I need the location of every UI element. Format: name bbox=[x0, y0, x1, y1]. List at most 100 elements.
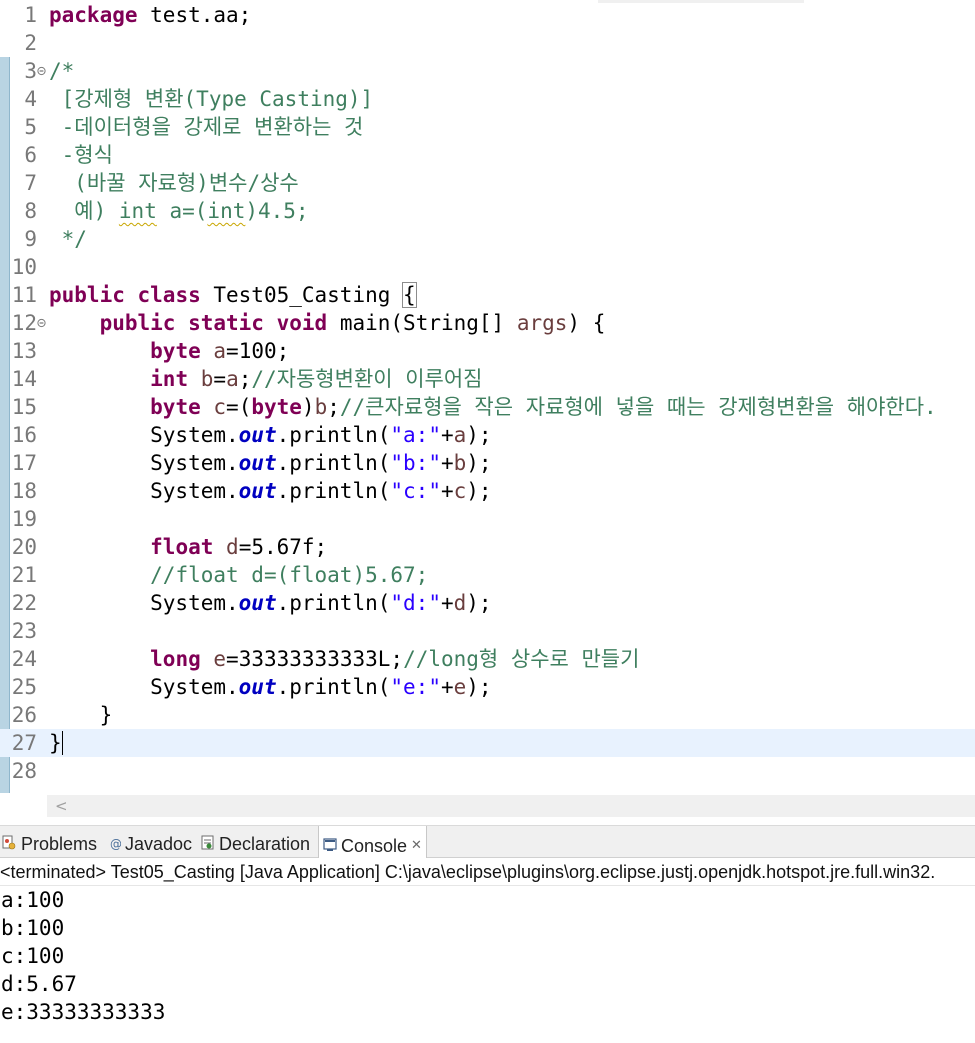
code-token: e bbox=[213, 647, 227, 671]
console-output-line: d:5.67 bbox=[1, 972, 77, 996]
code-text: byte a=100; bbox=[49, 337, 289, 365]
code-line[interactable]: 3 /* bbox=[0, 57, 975, 85]
code-line[interactable]: 12 public static void main(String[] args… bbox=[0, 309, 975, 337]
console-output[interactable]: a:100 b:100 c:100 d:5.67 e:33333333333 bbox=[0, 886, 975, 1026]
code-editor[interactable]: 1 package test.aa; 2 3/* 4 [강제형 변환(Type Cast… bbox=[0, 0, 975, 795]
tab-console[interactable]: Console ✕ bbox=[318, 826, 427, 859]
code-token: -형식 bbox=[49, 143, 113, 167]
line-number: 3 bbox=[24, 59, 37, 83]
code-line[interactable]: 21 //float d=(float)5.67; bbox=[0, 561, 975, 589]
code-line[interactable]: 9 */ bbox=[0, 225, 975, 253]
code-text: public static void main(String[] args) { bbox=[49, 309, 606, 337]
code-line[interactable]: 26 } bbox=[0, 701, 975, 729]
code-line[interactable]: 28 bbox=[0, 757, 975, 785]
code-line[interactable]: 7 (바꿀 자료형)변수/상수 bbox=[0, 169, 975, 197]
code-token: ); bbox=[466, 479, 492, 503]
code-token: ) { bbox=[567, 311, 606, 335]
code-token: args bbox=[516, 311, 568, 335]
tab-declaration[interactable]: Declaration bbox=[201, 826, 310, 858]
code-token: int bbox=[207, 199, 246, 223]
panel-separator[interactable] bbox=[0, 817, 975, 825]
line-number: 22 bbox=[11, 591, 37, 615]
code-text: System.out.println("b:"+b); bbox=[49, 449, 492, 477]
line-number: 9 bbox=[24, 227, 37, 251]
code-line[interactable]: 1 package test.aa; bbox=[0, 1, 975, 29]
code-token: b bbox=[200, 367, 214, 391]
line-number: 28 bbox=[11, 759, 37, 783]
code-token: "e:" bbox=[390, 675, 441, 699]
code-token: long bbox=[150, 647, 201, 671]
line-number: 4 bbox=[24, 87, 37, 111]
line-number: 20 bbox=[11, 535, 37, 559]
code-line[interactable]: 17 System.out.println("b:"+b); bbox=[0, 449, 975, 477]
line-number: 21 bbox=[11, 563, 37, 587]
code-line[interactable]: 8 예) int a=(int)4.5; bbox=[0, 197, 975, 225]
code-token: byte bbox=[251, 395, 302, 419]
code-token: + bbox=[440, 423, 454, 447]
code-token: .println( bbox=[276, 451, 391, 475]
code-line[interactable]: 16 System.out.println("a:"+a); bbox=[0, 421, 975, 449]
code-line[interactable]: 27} bbox=[0, 729, 975, 757]
tab-javadoc-label: Javadoc bbox=[125, 834, 193, 854]
code-line[interactable]: 24 long e=33333333333L;//long형 상수로 만들기 bbox=[0, 645, 975, 673]
code-text: float d=5.67f; bbox=[49, 533, 327, 561]
line-number: 25 bbox=[11, 675, 37, 699]
code-line[interactable]: 15 byte c=(byte)b;//큰자료형을 작은 자료형에 넣을 때는 … bbox=[0, 393, 975, 421]
code-token: ) bbox=[301, 395, 315, 419]
editor-horizontal-scrollbar[interactable]: < bbox=[47, 795, 975, 817]
code-line[interactable]: 22 System.out.println("d:"+d); bbox=[0, 589, 975, 617]
code-token: =5.67f; bbox=[238, 535, 328, 559]
code-token: out bbox=[238, 423, 277, 447]
code-token: .println( bbox=[276, 591, 391, 615]
code-line[interactable]: 11 public class Test05_Casting { bbox=[0, 281, 975, 309]
console-icon bbox=[323, 829, 337, 851]
code-text: -데이터형을 강제로 변환하는 것 bbox=[49, 113, 364, 141]
code-token: byte bbox=[150, 339, 201, 363]
code-token: + bbox=[440, 451, 454, 475]
line-number: 18 bbox=[11, 479, 37, 503]
console-output-line: c:100 bbox=[1, 944, 65, 968]
code-token: //자동형변환이 이루어짐 bbox=[251, 367, 483, 391]
code-token: ); bbox=[466, 451, 492, 475]
tab-javadoc[interactable]: @ Javadoc bbox=[110, 826, 192, 858]
close-icon[interactable]: ✕ bbox=[411, 837, 422, 852]
code-line[interactable]: 14 int b=a;//자동형변환이 이루어짐 bbox=[0, 365, 975, 393]
code-token: byte bbox=[150, 395, 201, 419]
code-token: ); bbox=[466, 423, 492, 447]
code-line[interactable]: 10 bbox=[0, 253, 975, 281]
code-token: { bbox=[402, 282, 417, 308]
code-token: a bbox=[226, 367, 239, 391]
code-line[interactable]: 23 bbox=[0, 617, 975, 645]
code-line[interactable]: 18 System.out.println("c:"+c); bbox=[0, 477, 975, 505]
code-token: System. bbox=[49, 591, 239, 615]
code-line[interactable]: 20 float d=5.67f; bbox=[0, 533, 975, 561]
code-line[interactable]: 5 -데이터형을 강제로 변환하는 것 bbox=[0, 113, 975, 141]
code-token: (바꿀 자료형)변수/상수 bbox=[49, 171, 299, 195]
scroll-left-arrow-icon[interactable]: < bbox=[55, 795, 68, 817]
code-line[interactable]: 2 bbox=[0, 29, 975, 57]
code-token: =33333333333L; bbox=[226, 647, 404, 671]
code-token: out bbox=[238, 675, 277, 699]
code-token: ); bbox=[466, 675, 492, 699]
tab-declaration-label: Declaration bbox=[219, 834, 311, 854]
code-token: d bbox=[226, 535, 239, 559]
code-token: package bbox=[49, 3, 138, 27]
code-token: + bbox=[440, 479, 454, 503]
line-number: 12 bbox=[11, 311, 37, 335]
code-line[interactable]: 6 -형식 bbox=[0, 141, 975, 169]
code-text: long e=33333333333L;//long형 상수로 만들기 bbox=[49, 645, 639, 673]
tab-problems[interactable]: Problems bbox=[2, 826, 99, 858]
code-line[interactable]: 4 [강제형 변환(Type Casting)] bbox=[0, 85, 975, 113]
code-token: out bbox=[238, 451, 277, 475]
code-line[interactable]: 25 System.out.println("e:"+e); bbox=[0, 673, 975, 701]
code-line[interactable]: 13 byte a=100; bbox=[0, 337, 975, 365]
code-line[interactable]: 19 bbox=[0, 505, 975, 533]
